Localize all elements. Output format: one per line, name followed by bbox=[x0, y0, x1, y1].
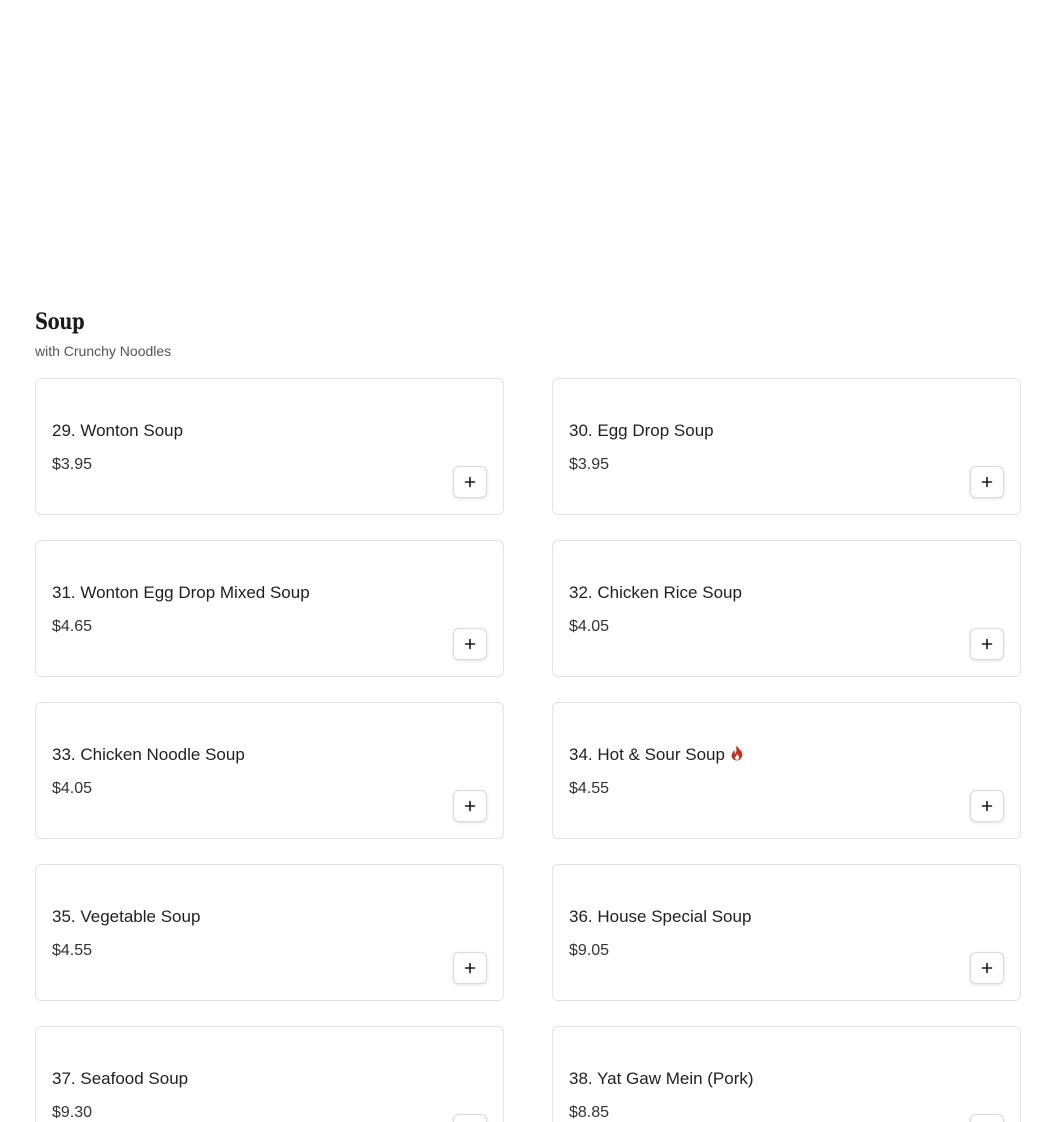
menu-item-price: $4.65 bbox=[52, 618, 93, 635]
menu-item-card[interactable]: 37. Seafood Soup $9.30 bbox=[35, 1026, 504, 1122]
plus-icon bbox=[981, 800, 993, 812]
menu-item-card[interactable]: 36. House Special Soup $9.05 bbox=[552, 864, 1021, 1001]
menu-item-name-text: 37. Seafood Soup bbox=[52, 1069, 189, 1088]
menu-item-card[interactable]: 29. Wonton Soup $3.95 bbox=[35, 378, 504, 515]
menu-item-name: 35. Vegetable Soup bbox=[52, 906, 200, 928]
menu-item-grid: 29. Wonton Soup $3.95 30. Egg Drop Soup $3.… bbox=[35, 378, 1021, 1122]
add-item-button[interactable] bbox=[453, 628, 487, 660]
menu-item-name-text: 31. Wonton Egg Drop Mixed Soup bbox=[52, 583, 310, 602]
plus-icon bbox=[981, 962, 993, 974]
menu-item-name-text: 38. Yat Gaw Mein (Pork) bbox=[569, 1069, 754, 1088]
menu-item-price: $4.55 bbox=[569, 780, 610, 797]
add-item-button[interactable] bbox=[453, 790, 487, 822]
menu-item-card[interactable]: 30. Egg Drop Soup $3.95 bbox=[552, 378, 1021, 515]
menu-item-card[interactable]: 33. Chicken Noodle Soup $4.05 bbox=[35, 702, 504, 839]
menu-item-price: $4.05 bbox=[569, 618, 610, 635]
menu-item-card[interactable]: 34. Hot & Sour Soup $4.55 bbox=[552, 702, 1021, 839]
menu-item-card[interactable]: 31. Wonton Egg Drop Mixed Soup $4.65 bbox=[35, 540, 504, 677]
menu-item-price: $9.05 bbox=[569, 942, 610, 959]
add-item-button[interactable] bbox=[970, 790, 1004, 822]
plus-icon bbox=[981, 638, 993, 650]
plus-icon bbox=[464, 476, 476, 488]
add-item-button[interactable] bbox=[970, 952, 1004, 984]
menu-item-name: 38. Yat Gaw Mein (Pork) bbox=[569, 1068, 754, 1090]
soup-section: Soup with Crunchy Noodles 29. Wonton Sou… bbox=[35, 308, 1021, 1122]
add-item-button[interactable] bbox=[453, 466, 487, 498]
menu-item-card[interactable]: 32. Chicken Rice Soup $4.05 bbox=[552, 540, 1021, 677]
section-title: Soup bbox=[35, 309, 85, 335]
menu-item-name-text: 36. House Special Soup bbox=[569, 907, 752, 926]
add-item-button[interactable] bbox=[970, 628, 1004, 660]
add-item-button[interactable] bbox=[970, 466, 1004, 498]
menu-item-name-text: 32. Chicken Rice Soup bbox=[569, 583, 742, 602]
menu-item-name-text: 29. Wonton Soup bbox=[52, 421, 184, 440]
plus-icon bbox=[464, 638, 476, 650]
plus-icon bbox=[981, 476, 993, 488]
menu-item-name: 34. Hot & Sour Soup bbox=[569, 744, 744, 766]
menu-item-price: $4.05 bbox=[52, 780, 93, 797]
menu-item-name-text: 30. Egg Drop Soup bbox=[569, 421, 714, 440]
menu-item-price: $9.30 bbox=[52, 1104, 93, 1121]
menu-page: Soup with Crunchy Noodles 29. Wonton Sou… bbox=[0, 0, 1050, 1122]
menu-item-price: $4.55 bbox=[52, 942, 93, 959]
plus-icon bbox=[464, 800, 476, 812]
menu-item-name: 33. Chicken Noodle Soup bbox=[52, 744, 245, 766]
add-item-button[interactable] bbox=[453, 952, 487, 984]
menu-item-name-text: 34. Hot & Sour Soup bbox=[569, 745, 725, 764]
menu-item-price: $3.95 bbox=[52, 456, 93, 473]
menu-item-name: 37. Seafood Soup bbox=[52, 1068, 188, 1090]
add-item-button[interactable] bbox=[453, 1114, 487, 1122]
menu-item-name: 32. Chicken Rice Soup bbox=[569, 582, 742, 604]
menu-item-price: $3.95 bbox=[569, 456, 610, 473]
menu-item-name-text: 33. Chicken Noodle Soup bbox=[52, 745, 245, 764]
menu-item-name: 29. Wonton Soup bbox=[52, 420, 183, 442]
menu-item-name: 30. Egg Drop Soup bbox=[569, 420, 714, 442]
plus-icon bbox=[464, 962, 476, 974]
add-item-button[interactable] bbox=[970, 1114, 1004, 1122]
flame-icon bbox=[731, 745, 743, 761]
menu-item-card[interactable]: 35. Vegetable Soup $4.55 bbox=[35, 864, 504, 1001]
menu-item-price: $8.85 bbox=[569, 1104, 610, 1121]
section-subtitle: with Crunchy Noodles bbox=[35, 343, 172, 359]
menu-item-name: 31. Wonton Egg Drop Mixed Soup bbox=[52, 582, 310, 604]
menu-item-name: 36. House Special Soup bbox=[569, 906, 751, 928]
menu-item-name-text: 35. Vegetable Soup bbox=[52, 907, 201, 926]
menu-item-card[interactable]: 38. Yat Gaw Mein (Pork) $8.85 bbox=[552, 1026, 1021, 1122]
